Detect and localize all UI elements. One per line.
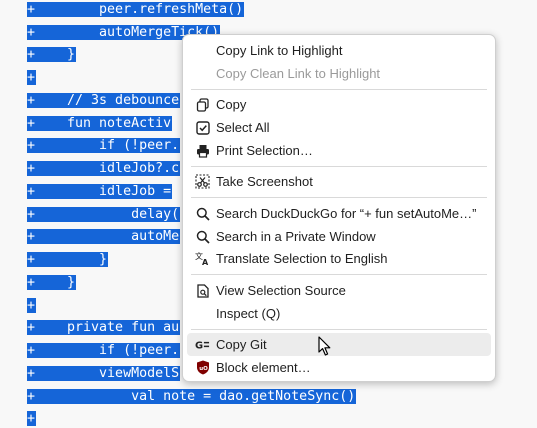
menu-item-label: Print Selection…	[216, 143, 313, 158]
menu-item-label: Copy	[216, 97, 247, 112]
code-line: + }	[27, 47, 77, 62]
select-all-icon	[195, 120, 210, 135]
menu-item-label: Take Screenshot	[216, 174, 313, 189]
menu-item-label: Inspect (Q)	[216, 306, 281, 321]
menu-item-label: Select All	[216, 120, 270, 135]
printer-icon	[195, 143, 210, 158]
menu-item-label: Search in a Private Window	[216, 229, 376, 244]
copy-clean-link-highlight-item[interactable]: Copy Clean Link to Highlight	[187, 62, 491, 85]
menu-separator	[191, 197, 487, 198]
mouse-cursor-icon	[318, 336, 331, 356]
block-element-item[interactable]: uO Block element…	[187, 356, 491, 379]
view-selection-source-item[interactable]: View Selection Source	[187, 279, 491, 302]
svg-text:G: G	[195, 341, 203, 351]
code-line: + autoMe	[27, 229, 181, 244]
menu-item-label: Block element…	[216, 360, 311, 375]
code-line: + if (!peer.	[27, 343, 181, 358]
menu-separator	[191, 329, 487, 330]
search-icon	[195, 229, 210, 244]
select-all-item[interactable]: Select All	[187, 116, 491, 139]
copy-link-highlight-item[interactable]: Copy Link to Highlight	[187, 39, 491, 62]
print-selection-item[interactable]: Print Selection…	[187, 139, 491, 162]
code-line: + idleJob =	[27, 184, 173, 199]
menu-separator	[191, 166, 487, 167]
code-line: + fun noteActiv	[27, 116, 173, 131]
code-line: + }	[27, 275, 77, 290]
ublock-icon: uO	[195, 360, 210, 375]
copy-icon	[195, 97, 210, 112]
menu-item-label: Copy Link to Highlight	[216, 43, 343, 58]
translate-selection-item[interactable]: 文A Translate Selection to English	[187, 247, 491, 270]
code-line: + // 3s debounce	[27, 93, 181, 108]
context-menu: Copy Link to Highlight Copy Clean Link t…	[182, 34, 496, 382]
code-line: + idleJob?.c	[27, 161, 181, 176]
menu-item-label: Search DuckDuckGo for “+ fun setAutoMe…”	[216, 206, 477, 221]
screenshot-scissors-icon	[195, 174, 210, 189]
menu-item-label: Copy Git	[216, 337, 267, 352]
menu-item-label: View Selection Source	[216, 283, 346, 298]
code-line: + viewModelS	[27, 366, 181, 381]
code-line: +	[27, 70, 37, 85]
code-line: + delay(	[27, 207, 181, 222]
code-line: + if (!peer.	[27, 138, 181, 153]
search-icon	[195, 206, 210, 221]
svg-text:A: A	[202, 258, 209, 266]
search-duckduckgo-item[interactable]: Search DuckDuckGo for “+ fun setAutoMe…”	[187, 202, 491, 225]
code-line: + peer.refreshMeta()	[27, 2, 245, 17]
copy-git-item[interactable]: G Copy Git	[187, 333, 491, 356]
translate-icon: 文A	[195, 251, 210, 266]
code-line: + val note = dao.getNoteSync()	[27, 389, 357, 404]
menu-item-label: Copy Clean Link to Highlight	[216, 66, 381, 81]
copy-item[interactable]: Copy	[187, 93, 491, 116]
code-line: + }	[27, 252, 109, 267]
git-copy-icon: G	[195, 337, 210, 352]
menu-separator	[191, 89, 487, 90]
inspect-item[interactable]: Inspect (Q)	[187, 302, 491, 325]
menu-item-label: Translate Selection to English	[216, 251, 388, 266]
menu-separator	[191, 274, 487, 275]
search-private-window-item[interactable]: Search in a Private Window	[187, 225, 491, 248]
code-line: +	[27, 298, 37, 313]
view-source-icon	[195, 283, 210, 298]
code-line: +	[27, 411, 37, 426]
take-screenshot-item[interactable]: Take Screenshot	[187, 170, 491, 193]
svg-text:uO: uO	[199, 366, 208, 372]
code-line: + private fun au	[27, 320, 181, 335]
